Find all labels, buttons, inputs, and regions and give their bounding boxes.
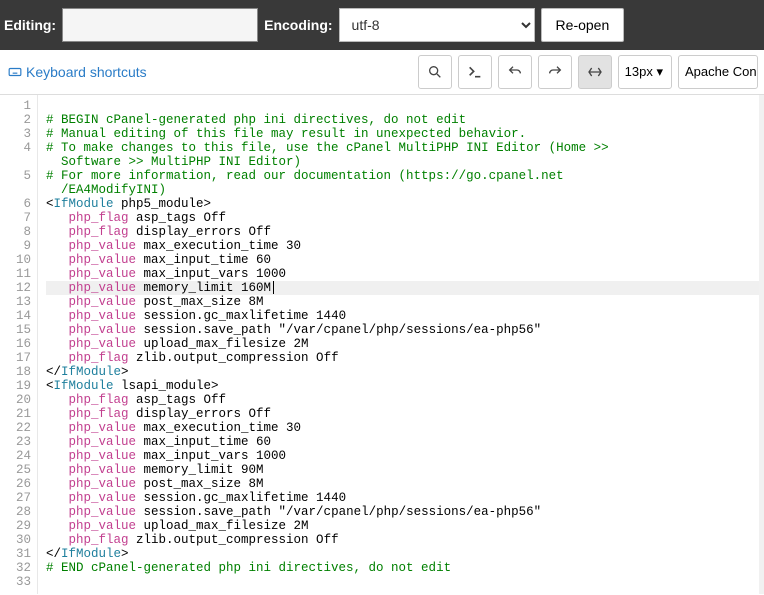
code-line[interactable]: php_value upload_max_filesize 2M bbox=[46, 337, 764, 351]
line-gutter: 1234567891011121314151617181920212223242… bbox=[0, 95, 38, 594]
line-number bbox=[0, 183, 31, 197]
line-number bbox=[0, 155, 31, 169]
line-number: 8 bbox=[0, 225, 31, 239]
code-line[interactable]: php_value max_input_vars 1000 bbox=[46, 449, 764, 463]
code-line[interactable]: php_value max_input_time 60 bbox=[46, 253, 764, 267]
line-number: 25 bbox=[0, 463, 31, 477]
line-number: 17 bbox=[0, 351, 31, 365]
line-number: 31 bbox=[0, 547, 31, 561]
code-line[interactable]: php_value max_execution_time 30 bbox=[46, 421, 764, 435]
code-line[interactable]: </IfModule> bbox=[46, 365, 764, 379]
code-line[interactable]: php_flag asp_tags Off bbox=[46, 211, 764, 225]
keyboard-shortcuts-label: Keyboard shortcuts bbox=[26, 64, 147, 80]
line-number: 21 bbox=[0, 407, 31, 421]
line-number: 9 bbox=[0, 239, 31, 253]
line-number: 19 bbox=[0, 379, 31, 393]
code-line[interactable]: php_value session.gc_maxlifetime 1440 bbox=[46, 491, 764, 505]
line-number: 27 bbox=[0, 491, 31, 505]
scrollbar[interactable] bbox=[759, 95, 764, 594]
search-button[interactable] bbox=[418, 55, 452, 89]
line-number: 13 bbox=[0, 295, 31, 309]
code-line[interactable]: # END cPanel-generated php ini directive… bbox=[46, 561, 764, 575]
line-number: 23 bbox=[0, 435, 31, 449]
terminal-icon bbox=[467, 64, 483, 80]
code-editor[interactable]: 1234567891011121314151617181920212223242… bbox=[0, 94, 764, 594]
code-line[interactable] bbox=[46, 99, 764, 113]
code-line[interactable]: php_flag display_errors Off bbox=[46, 225, 764, 239]
code-line[interactable]: php_value post_max_size 8M bbox=[46, 295, 764, 309]
reopen-button[interactable]: Re-open bbox=[541, 8, 625, 42]
code-line[interactable]: <IfModule php5_module> bbox=[46, 197, 764, 211]
search-icon bbox=[427, 64, 443, 80]
line-number: 6 bbox=[0, 197, 31, 211]
code-line[interactable]: php_value max_input_vars 1000 bbox=[46, 267, 764, 281]
redo-button[interactable] bbox=[538, 55, 572, 89]
line-number: 29 bbox=[0, 519, 31, 533]
line-number: 20 bbox=[0, 393, 31, 407]
code-line[interactable]: php_value memory_limit 90M bbox=[46, 463, 764, 477]
toolbar: Keyboard shortcuts 13px ▾ Apache Con bbox=[0, 50, 764, 94]
line-number: 32 bbox=[0, 561, 31, 575]
wrap-button[interactable] bbox=[578, 55, 612, 89]
code-line[interactable]: php_value post_max_size 8M bbox=[46, 477, 764, 491]
code-line[interactable]: php_value max_execution_time 30 bbox=[46, 239, 764, 253]
top-bar: Editing: Encoding: utf-8 Re-open bbox=[0, 0, 764, 50]
line-number: 7 bbox=[0, 211, 31, 225]
line-number: 16 bbox=[0, 337, 31, 351]
line-number: 22 bbox=[0, 421, 31, 435]
code-line[interactable]: # BEGIN cPanel-generated php ini directi… bbox=[46, 113, 764, 127]
code-line[interactable]: <IfModule lsapi_module> bbox=[46, 379, 764, 393]
line-number: 2 bbox=[0, 113, 31, 127]
line-number: 14 bbox=[0, 309, 31, 323]
undo-button[interactable] bbox=[498, 55, 532, 89]
code-line[interactable]: # Manual editing of this file may result… bbox=[46, 127, 764, 141]
toolbar-right: 13px ▾ Apache Con bbox=[418, 55, 758, 89]
code-line[interactable]: php_flag zlib.output_compression Off bbox=[46, 533, 764, 547]
editing-label: Editing: bbox=[4, 17, 56, 33]
code-line[interactable] bbox=[46, 575, 764, 589]
keyboard-icon bbox=[8, 65, 22, 79]
line-number: 24 bbox=[0, 449, 31, 463]
code-line[interactable]: /EA4ModifyINI) bbox=[46, 183, 764, 197]
redo-icon bbox=[547, 64, 563, 80]
code-area[interactable]: # BEGIN cPanel-generated php ini directi… bbox=[38, 95, 764, 594]
code-line[interactable]: # For more information, read our documen… bbox=[46, 169, 764, 183]
code-line[interactable]: Software >> MultiPHP INI Editor) bbox=[46, 155, 764, 169]
encoding-label: Encoding: bbox=[264, 17, 332, 33]
line-number: 11 bbox=[0, 267, 31, 281]
code-line[interactable]: php_value session.gc_maxlifetime 1440 bbox=[46, 309, 764, 323]
line-number: 33 bbox=[0, 575, 31, 589]
line-number: 12 bbox=[0, 281, 31, 295]
code-line[interactable]: php_flag zlib.output_compression Off bbox=[46, 351, 764, 365]
code-line[interactable]: php_value max_input_time 60 bbox=[46, 435, 764, 449]
line-number: 30 bbox=[0, 533, 31, 547]
line-number: 15 bbox=[0, 323, 31, 337]
code-line[interactable]: php_flag display_errors Off bbox=[46, 407, 764, 421]
code-line[interactable]: # To make changes to this file, use the … bbox=[46, 141, 764, 155]
code-line[interactable]: php_value memory_limit 160M bbox=[46, 281, 764, 295]
line-number: 18 bbox=[0, 365, 31, 379]
code-line[interactable]: php_value session.save_path "/var/cpanel… bbox=[46, 323, 764, 337]
code-line[interactable]: </IfModule> bbox=[46, 547, 764, 561]
undo-icon bbox=[507, 64, 523, 80]
line-number: 10 bbox=[0, 253, 31, 267]
filename-input[interactable] bbox=[62, 8, 258, 42]
code-line[interactable]: php_value upload_max_filesize 2M bbox=[46, 519, 764, 533]
line-number: 5 bbox=[0, 169, 31, 183]
wrap-icon bbox=[587, 64, 603, 80]
line-number: 4 bbox=[0, 141, 31, 155]
line-number: 3 bbox=[0, 127, 31, 141]
line-number: 28 bbox=[0, 505, 31, 519]
line-number: 1 bbox=[0, 99, 31, 113]
terminal-button[interactable] bbox=[458, 55, 492, 89]
keyboard-shortcuts-link[interactable]: Keyboard shortcuts bbox=[8, 64, 147, 80]
code-line[interactable]: php_value session.save_path "/var/cpanel… bbox=[46, 505, 764, 519]
line-number: 26 bbox=[0, 477, 31, 491]
code-line[interactable]: php_flag asp_tags Off bbox=[46, 393, 764, 407]
encoding-select[interactable]: utf-8 bbox=[339, 8, 535, 42]
syntax-mode-select[interactable]: Apache Con bbox=[678, 55, 758, 89]
font-size-select[interactable]: 13px ▾ bbox=[618, 55, 672, 89]
